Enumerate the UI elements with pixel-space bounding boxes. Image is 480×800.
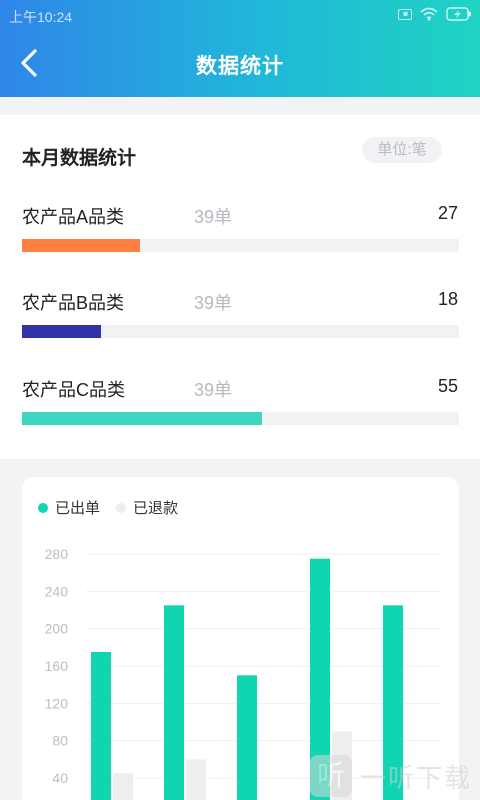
bar-issued: [164, 605, 184, 800]
y-tick-label: 120: [45, 695, 69, 711]
category-value: 55: [437, 376, 458, 396]
progress-fill: [22, 412, 263, 425]
progress-fill: [22, 325, 101, 338]
category-value: 27: [437, 203, 458, 223]
status-icons: [398, 7, 472, 21]
y-tick-label: 200: [45, 621, 69, 637]
watermark-logo: 听: [310, 755, 352, 797]
monthly-stats-card: 本月数据统计 单位:笔 农产品A品类 39单 27 农产品B品类 39单 18 …: [0, 115, 480, 459]
legend-item-issued[interactable]: 已出单: [38, 497, 100, 518]
progress-track: [22, 412, 459, 425]
card-title: 本月数据统计: [22, 148, 137, 169]
wifi-icon: [420, 7, 438, 21]
legend-dot: [38, 502, 48, 513]
y-tick-label: 280: [45, 546, 69, 562]
category-label: 农产品C品类: [22, 380, 125, 400]
page-title: 数据统计: [196, 55, 284, 78]
chart-legend: 已出单 已退款: [38, 497, 194, 518]
legend-label: 已退款: [133, 500, 179, 517]
progress-track: [22, 239, 459, 252]
unit-badge: 单位:笔: [362, 137, 442, 163]
y-tick-label: 160: [45, 658, 69, 674]
y-tick-label: 240: [45, 583, 69, 599]
category-orders: 39单: [194, 380, 233, 400]
no-sim-icon: [398, 8, 412, 20]
watermark-text: 一听下载: [360, 762, 473, 793]
legend-label: 已出单: [55, 500, 101, 517]
legend-dot: [116, 502, 127, 513]
bar-issued: [237, 675, 257, 800]
y-tick-label: 80: [52, 733, 68, 749]
legend-item-refunded[interactable]: 已退款: [116, 497, 178, 518]
category-value: 18: [437, 289, 458, 309]
header: 上午10:24 数据统计: [0, 0, 480, 97]
battery-charging-icon: [446, 7, 472, 21]
watermark: 听 一听下载: [310, 752, 480, 800]
category-orders: 39单: [194, 293, 233, 313]
status-bar: 上午10:24: [0, 0, 480, 30]
y-tick-label: 40: [52, 770, 68, 786]
bar-refunded: [113, 773, 133, 800]
progress-fill: [22, 239, 140, 252]
progress-track: [22, 325, 459, 338]
category-label: 农产品B品类: [22, 293, 125, 313]
category-label: 农产品A品类: [22, 207, 125, 227]
status-time: 上午10:24: [9, 9, 73, 25]
bar-refunded: [186, 759, 206, 800]
bar-issued: [91, 651, 111, 800]
category-orders: 39单: [194, 207, 233, 227]
